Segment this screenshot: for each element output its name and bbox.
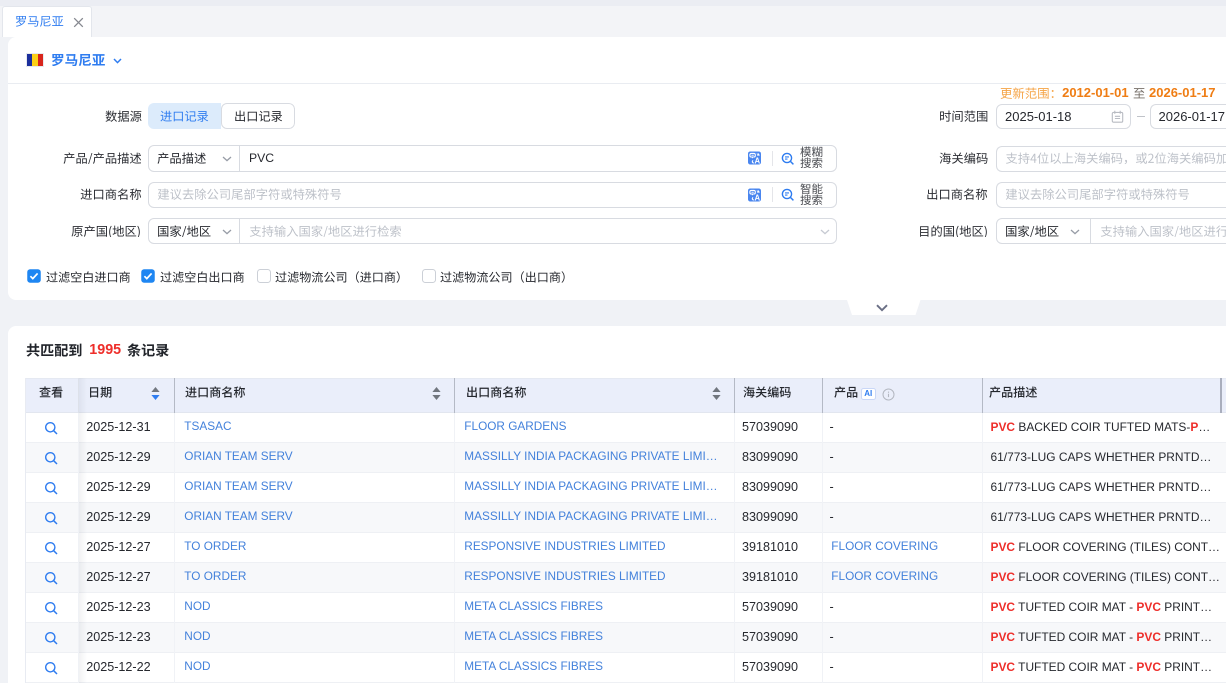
svg-text:A: A <box>755 193 761 202</box>
svg-text:A: A <box>755 156 761 165</box>
